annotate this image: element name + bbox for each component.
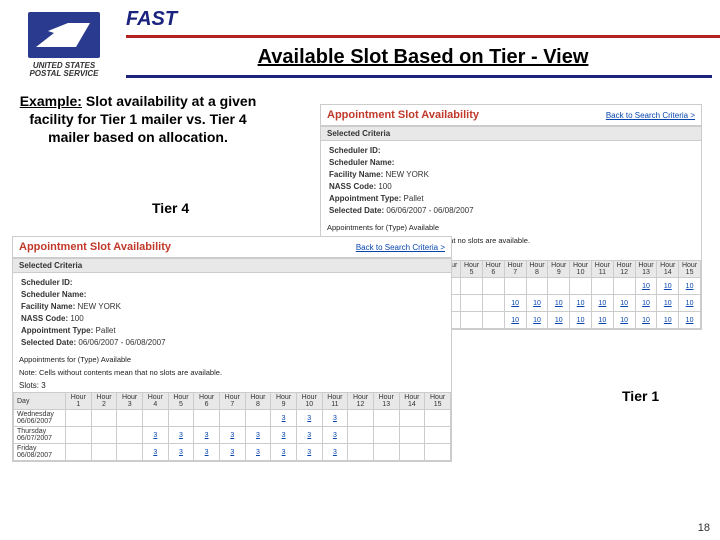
slot-link[interactable]: 10: [533, 300, 541, 307]
criteria-header: Selected Criteria: [321, 126, 701, 141]
slot-link[interactable]: 3: [256, 432, 260, 439]
slot-link[interactable]: 3: [230, 449, 234, 456]
slot-link[interactable]: 10: [620, 317, 628, 324]
slide-body: Example: Slot availability at a given fa…: [0, 78, 720, 161]
criteria-header: Selected Criteria: [13, 258, 451, 273]
slot-link[interactable]: 3: [256, 449, 260, 456]
slot-link[interactable]: 10: [598, 317, 606, 324]
slot-link[interactable]: 10: [533, 317, 541, 324]
slot-link[interactable]: 10: [664, 317, 672, 324]
slot-link[interactable]: 10: [511, 317, 519, 324]
panel-title: Appointment Slot Availability: [13, 237, 177, 257]
example-text: Example: Slot availability at a given fa…: [18, 92, 258, 147]
tier4-label: Tier 4: [152, 200, 189, 216]
slot-link[interactable]: 10: [642, 317, 650, 324]
tier4-panel: Appointment Slot Availability Back to Se…: [12, 236, 452, 462]
slot-link[interactable]: 3: [282, 415, 286, 422]
slot-link[interactable]: 10: [598, 300, 606, 307]
slot-link[interactable]: 3: [307, 449, 311, 456]
slot-link[interactable]: 3: [307, 432, 311, 439]
tier1-label: Tier 1: [622, 388, 659, 404]
slot-link[interactable]: 3: [333, 415, 337, 422]
logo-text: UNITED STATES POSTAL SERVICE: [29, 62, 98, 78]
slot-link[interactable]: 10: [511, 300, 519, 307]
slot-link[interactable]: 3: [153, 449, 157, 456]
back-link[interactable]: Back to Search Criteria >: [356, 243, 451, 252]
slot-link[interactable]: 10: [555, 300, 563, 307]
panel-title: Appointment Slot Availability: [321, 105, 485, 125]
slot-link[interactable]: 10: [686, 283, 694, 290]
appts-for: Appointments for (Type) Available: [321, 221, 701, 234]
slot-link[interactable]: 10: [686, 300, 694, 307]
slot-link[interactable]: 3: [179, 432, 183, 439]
slot-link[interactable]: 3: [282, 449, 286, 456]
note: Note: Cells without contents mean that n…: [13, 366, 451, 379]
slot-link[interactable]: 3: [282, 432, 286, 439]
usps-logo: UNITED STATES POSTAL SERVICE: [14, 12, 114, 78]
usps-eagle-icon: [28, 12, 100, 58]
slot-link[interactable]: 10: [642, 283, 650, 290]
slot-link[interactable]: 10: [642, 300, 650, 307]
slot-link[interactable]: 3: [179, 449, 183, 456]
slot-link[interactable]: 10: [686, 317, 694, 324]
slot-link[interactable]: 10: [577, 300, 585, 307]
slot-link[interactable]: 3: [307, 415, 311, 422]
slot-link[interactable]: 10: [620, 300, 628, 307]
appts-for: Appointments for (Type) Available: [13, 353, 451, 366]
slots-label: Slots: 3: [13, 379, 451, 392]
brand-title: FAST: [126, 6, 720, 35]
page-number: 18: [698, 522, 710, 534]
criteria-block: Scheduler ID: Scheduler Name: Facility N…: [13, 273, 451, 353]
slide-header: UNITED STATES POSTAL SERVICE FAST Availa…: [0, 0, 720, 78]
back-link[interactable]: Back to Search Criteria >: [606, 111, 701, 120]
divider-red: [126, 35, 720, 38]
page-title: Available Slot Based on Tier - View: [126, 40, 720, 75]
criteria-block: Scheduler ID: Scheduler Name: Facility N…: [321, 141, 701, 221]
slot-link[interactable]: 10: [664, 283, 672, 290]
slot-link[interactable]: 3: [205, 432, 209, 439]
slot-link[interactable]: 3: [230, 432, 234, 439]
slot-link[interactable]: 3: [153, 432, 157, 439]
slot-link[interactable]: 3: [205, 449, 209, 456]
slot-link[interactable]: 10: [577, 317, 585, 324]
slot-link[interactable]: 3: [333, 432, 337, 439]
tier4-table: DayHour1Hour2Hour3Hour4Hour5Hour6Hour7Ho…: [13, 392, 451, 461]
slot-link[interactable]: 3: [333, 449, 337, 456]
slot-link[interactable]: 10: [664, 300, 672, 307]
slot-link[interactable]: 10: [555, 317, 563, 324]
